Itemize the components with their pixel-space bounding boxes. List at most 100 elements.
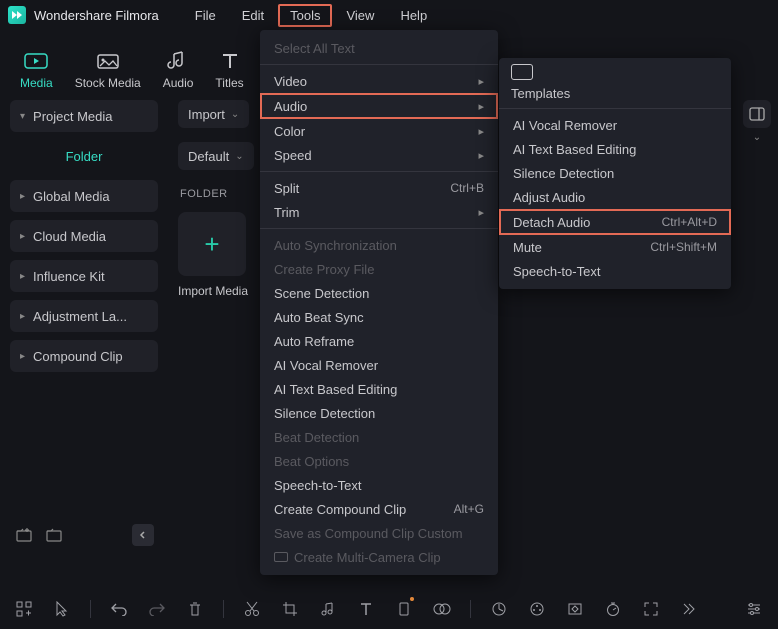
tab-label: Audio	[163, 76, 194, 90]
sidebar-folder[interactable]: Folder	[10, 140, 158, 172]
tab-stock-media[interactable]: Stock Media	[75, 50, 141, 90]
menu-tools[interactable]: Tools	[278, 4, 332, 27]
titles-icon	[217, 50, 243, 72]
mi-video[interactable]: Video▸	[260, 69, 498, 93]
mi-trim[interactable]: Trim▸	[260, 200, 498, 224]
submenu-arrow-icon: ▸	[478, 149, 484, 162]
tab-label: Stock Media	[75, 76, 141, 90]
color-icon[interactable]	[527, 599, 547, 619]
menu-edit[interactable]: Edit	[230, 4, 276, 27]
sidebar-label: Folder	[66, 149, 103, 164]
sidebar-adjustment-layer[interactable]: ▸Adjustment La...	[10, 300, 158, 332]
marker-icon[interactable]	[394, 599, 414, 619]
mi-color[interactable]: Color▸	[260, 119, 498, 143]
media-icon	[23, 50, 49, 72]
caret-down-icon: ⌄	[235, 151, 243, 162]
mi-silence-detection[interactable]: Silence Detection	[260, 401, 498, 425]
right-panel-toggle[interactable]	[743, 100, 771, 128]
sidebar-project-media[interactable]: ▾Project Media	[10, 100, 158, 132]
mi-ai-text-editing[interactable]: AI Text Based Editing	[260, 377, 498, 401]
sidebar-global-media[interactable]: ▸ Global Media	[10, 180, 158, 212]
folder-icon[interactable]	[44, 525, 64, 545]
mi-split[interactable]: SplitCtrl+B	[260, 176, 498, 200]
tab-media[interactable]: Media	[20, 50, 53, 90]
tab-audio[interactable]: Audio	[163, 50, 194, 90]
templates-icon	[511, 64, 533, 80]
settings-icon[interactable]	[744, 599, 764, 619]
mi-beat-options: Beat Options	[260, 449, 498, 473]
menu-help[interactable]: Help	[388, 4, 439, 27]
smi-silence-detection[interactable]: Silence Detection	[499, 161, 731, 185]
keyframe-icon[interactable]	[565, 599, 585, 619]
import-media-tile[interactable]: +	[178, 212, 246, 276]
mi-beat-detection: Beat Detection	[260, 425, 498, 449]
dropdown-label: Import	[188, 107, 225, 122]
mi-save-compound: Save as Compound Clip Custom	[260, 521, 498, 545]
timer-icon[interactable]	[603, 599, 623, 619]
sidebar-label: Global Media	[33, 189, 110, 204]
smi-ai-vocal-remover[interactable]: AI Vocal Remover	[499, 113, 731, 137]
cursor-icon[interactable]	[52, 599, 72, 619]
mi-create-compound[interactable]: Create Compound ClipAlt+G	[260, 497, 498, 521]
sort-dropdown[interactable]: Default⌄	[178, 142, 254, 170]
sidebar-cloud-media[interactable]: ▸Cloud Media	[10, 220, 158, 252]
redo-icon[interactable]	[147, 599, 167, 619]
text-icon[interactable]	[356, 599, 376, 619]
mi-ai-vocal-remover[interactable]: AI Vocal Remover	[260, 353, 498, 377]
tab-titles[interactable]: Titles	[215, 50, 243, 90]
audio-icon	[165, 50, 191, 72]
sidebar-compound-clip[interactable]: ▸ Compound Clip	[10, 340, 158, 372]
sidebar-label: Adjustment La...	[33, 309, 127, 324]
submenu-arrow-icon: ▸	[478, 125, 484, 138]
menu-file[interactable]: File	[183, 4, 228, 27]
mi-auto-sync: Auto Synchronization	[260, 233, 498, 257]
sidebar-label: Cloud Media	[33, 229, 106, 244]
mi-select-all-text: Select All Text	[260, 36, 498, 60]
mi-auto-beat-sync[interactable]: Auto Beat Sync	[260, 305, 498, 329]
sidebar-influence-kit[interactable]: ▸Influence Kit	[10, 260, 158, 292]
smi-speech-to-text[interactable]: Speech-to-Text	[499, 259, 731, 283]
mi-speech-to-text[interactable]: Speech-to-Text	[260, 473, 498, 497]
caret-right-icon: ▸	[20, 351, 25, 362]
mi-scene-detection[interactable]: Scene Detection	[260, 281, 498, 305]
mi-speed[interactable]: Speed▸	[260, 143, 498, 167]
smi-detach-audio[interactable]: Detach AudioCtrl+Alt+D	[499, 209, 731, 235]
menu-view[interactable]: View	[334, 4, 386, 27]
tools-menu: Select All Text Video▸ Audio▸ Color▸ Spe…	[260, 30, 498, 575]
smi-mute[interactable]: MuteCtrl+Shift+M	[499, 235, 731, 259]
cut-icon[interactable]	[242, 599, 262, 619]
plus-icon: +	[204, 229, 219, 260]
caret-right-icon: ▸	[20, 271, 25, 282]
mi-multicam: Create Multi-Camera Clip	[260, 545, 498, 569]
smi-adjust-audio[interactable]: Adjust Audio	[499, 185, 731, 209]
mi-audio[interactable]: Audio▸	[260, 93, 498, 119]
submenu-arrow-icon: ▸	[478, 100, 484, 113]
caret-right-icon: ▸	[20, 191, 25, 202]
submenu-arrow-icon: ▸	[478, 206, 484, 219]
submenu-arrow-icon: ▸	[478, 75, 484, 88]
caret-down-icon: ⌄	[753, 132, 761, 143]
delete-icon[interactable]	[185, 599, 205, 619]
sidebar-label: Compound Clip	[33, 349, 123, 364]
undo-icon[interactable]	[109, 599, 129, 619]
templates-label: Templates	[511, 86, 570, 101]
app-title: Wondershare Filmora	[34, 8, 159, 23]
music-icon[interactable]	[318, 599, 338, 619]
timeline-toolbar	[0, 589, 778, 629]
mi-auto-reframe[interactable]: Auto Reframe	[260, 329, 498, 353]
apps-icon[interactable]	[14, 599, 34, 619]
crop-icon[interactable]	[280, 599, 300, 619]
expand-icon[interactable]	[641, 599, 661, 619]
caret-down-icon: ▾	[20, 111, 25, 122]
tab-label: Media	[20, 76, 53, 90]
render-icon[interactable]	[679, 599, 699, 619]
import-dropdown[interactable]: Import ⌄	[178, 100, 249, 128]
new-bin-icon[interactable]	[14, 525, 34, 545]
collapse-sidebar-icon[interactable]	[132, 524, 154, 546]
caret-down-icon: ⌄	[231, 109, 239, 120]
speed-icon[interactable]	[489, 599, 509, 619]
mi-create-proxy: Create Proxy File	[260, 257, 498, 281]
camera-icon	[274, 552, 288, 562]
smi-ai-text-editing[interactable]: AI Text Based Editing	[499, 137, 731, 161]
effects-icon[interactable]	[432, 599, 452, 619]
